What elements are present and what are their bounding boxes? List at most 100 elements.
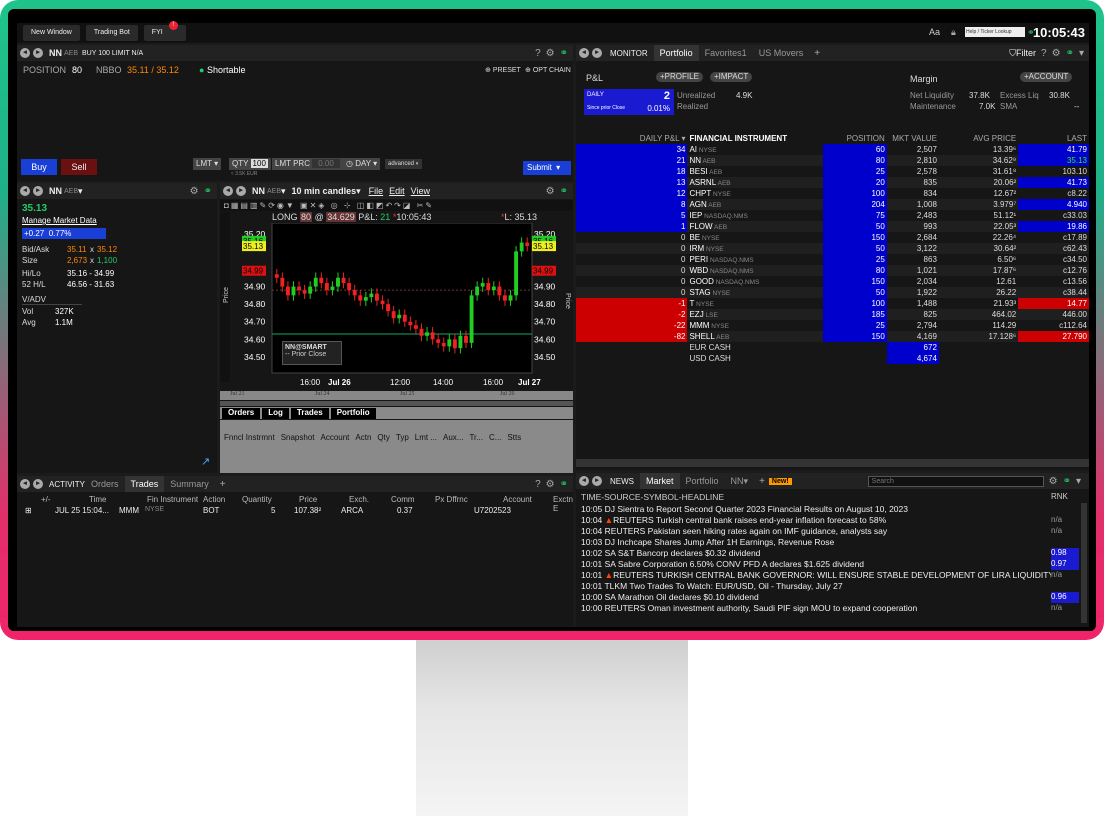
news-headline[interactable]: 10:01 ▲REUTERS TURKISH CENTRAL BANK GOVE… <box>581 570 1051 581</box>
orders-tab[interactable]: Orders <box>222 408 261 419</box>
filter-button[interactable]: ⛉Filter <box>1009 48 1036 59</box>
tab-portfolio[interactable]: Portfolio <box>653 45 699 61</box>
news-headline[interactable]: 10:04 REUTERS Pakistan seen hiking rates… <box>581 526 1051 537</box>
gear-icon[interactable]: ⚙ <box>190 186 199 197</box>
news-headline[interactable]: 10:00 REUTERS Oman investment authority,… <box>581 603 1051 614</box>
log-tab[interactable]: Log <box>262 408 289 419</box>
column-header[interactable]: Exch. <box>349 495 369 504</box>
table-row[interactable]: 21 NN AEB 80 2,810 34.62⁹ 35.13 <box>576 155 1089 166</box>
link-icon[interactable]: ⚭ <box>1063 476 1071 487</box>
activity-trades-tab[interactable]: Trades <box>124 476 165 492</box>
news-headline[interactable]: 10:03 DJ Inchcape Shares Jump After 1H E… <box>581 537 1051 548</box>
table-row[interactable]: 0 STAG NYSE 50 1,922 26.22 c38.44 <box>576 287 1089 298</box>
table-row[interactable]: -1 T NYSE 100 1,488 21.93³ 14.77 <box>576 298 1089 309</box>
daily-pl-box[interactable]: DAILY 2 Since prior Close 0.01% <box>584 89 674 115</box>
cash-row[interactable]: USD CASH 4,674 <box>576 353 1089 364</box>
news-search-input[interactable]: Search <box>867 475 1044 487</box>
impact-button[interactable]: +IMPACT <box>710 72 753 82</box>
quantity-field[interactable]: QTY 100 <box>229 158 271 170</box>
forward-icon[interactable]: ▸ <box>592 48 602 58</box>
link-icon[interactable]: ⚭ <box>560 479 568 490</box>
manage-market-data-link[interactable]: Manage Market Data <box>22 216 97 225</box>
column-header[interactable]: Fin Instrument <box>147 495 198 504</box>
back-icon[interactable]: ◂ <box>579 476 589 486</box>
time-in-force-select[interactable]: ◷ DAY ▾ <box>343 158 381 170</box>
forward-icon[interactable]: ▸ <box>33 479 43 489</box>
tab-market[interactable]: Market <box>640 473 680 489</box>
portfolio-tab[interactable]: Portfolio <box>330 408 376 419</box>
column-header[interactable]: Comm <box>391 495 415 504</box>
trades-tab[interactable]: Trades <box>290 408 329 419</box>
column-header[interactable]: Quantity <box>242 495 272 504</box>
column-header[interactable]: Px Dffrnc <box>435 495 468 504</box>
forward-icon[interactable]: ▸ <box>33 48 43 58</box>
column-header[interactable]: Time <box>89 495 106 504</box>
column-header[interactable]: Qty <box>377 433 389 442</box>
expand-icon[interactable]: ⊞ <box>25 506 32 515</box>
gear-icon[interactable]: ⚙ <box>546 186 555 197</box>
navigator-bar[interactable]: Jul 21 Jul 24 Jul 25 Jul 26 <box>220 391 573 400</box>
back-icon[interactable]: ◂ <box>20 186 30 196</box>
column-header[interactable]: C... <box>489 433 501 442</box>
chart-toolbar[interactable]: ◘▦▤▥✎⟳◉▼ ▣✕◈ ◎ ⊹ ◫◧◩↶↷◪ ✂✎ <box>220 200 573 211</box>
cash-row[interactable]: EUR CASH 672 <box>576 342 1089 353</box>
column-header[interactable]: Typ <box>396 433 409 442</box>
column-header[interactable]: LAST <box>1018 133 1089 144</box>
column-header[interactable]: MKT VALUE <box>887 133 939 144</box>
add-tab-icon[interactable]: + <box>220 479 226 490</box>
option-chain-button[interactable]: ⊕ OPT CHAIN <box>525 66 571 74</box>
table-row[interactable]: -82 SHELL AEB 150 4,169 17.128⁶ 27.790 <box>576 331 1089 342</box>
link-icon[interactable]: ⚭ <box>560 48 568 59</box>
chart-symbol[interactable]: NN <box>252 186 265 196</box>
help-icon[interactable]: ? <box>1041 48 1047 59</box>
edit-menu[interactable]: Edit <box>389 186 405 196</box>
table-row[interactable]: 5 IEP NASDAQ.NMS 75 2,483 51.12¹ c33.03 <box>576 210 1089 221</box>
monitor-scrollbar[interactable] <box>576 459 1089 467</box>
font-size-button[interactable]: Aa <box>929 27 940 37</box>
news-scrollbar[interactable] <box>1081 503 1087 623</box>
expand-arrow-icon[interactable]: ↗ <box>201 455 210 468</box>
new-window-button[interactable]: New Window <box>23 25 80 41</box>
column-header[interactable]: Lmt ... <box>415 433 437 442</box>
table-row[interactable]: 0 BE NYSE 150 2,684 22.26⁴ c17.89 <box>576 232 1089 243</box>
table-row[interactable]: 8 AGN AEB 204 1,008 3.979⁷ 4.940 <box>576 199 1089 210</box>
submit-button[interactable]: Submit ▾ <box>523 161 571 175</box>
column-header[interactable]: Snapshot <box>281 433 315 442</box>
column-header[interactable]: Account <box>503 495 532 504</box>
view-menu[interactable]: View <box>411 186 430 196</box>
trading-bot-button[interactable]: Trading Bot <box>85 25 138 41</box>
back-icon[interactable]: ◂ <box>20 48 30 58</box>
column-header[interactable]: Account <box>321 433 350 442</box>
table-row[interactable]: 12 CHPT NYSE 100 834 12.67² c8.22 <box>576 188 1089 199</box>
candlestick-chart[interactable]: 35.2035.2035.0035.0034.9034.9034.8034.80… <box>220 223 573 383</box>
routing-box[interactable]: NN@SMART -- Prior Close <box>282 341 342 365</box>
column-header[interactable]: Stts <box>507 433 521 442</box>
help-icon[interactable]: ? <box>535 48 541 59</box>
table-row[interactable]: 0 IRM NYSE 50 3,122 30.64² c62.43 <box>576 243 1089 254</box>
period-select[interactable]: 10 min candles <box>292 186 357 196</box>
gear-icon[interactable]: ⚙ <box>1052 48 1061 59</box>
column-header[interactable]: Fnncl Instrmnt <box>224 433 275 442</box>
chart-scrollbar[interactable] <box>220 401 573 406</box>
news-headline[interactable]: 10:01 SA Sabre Corporation 6.50% CONV PF… <box>581 559 1051 570</box>
table-row[interactable]: 34 AI NYSE 60 2,507 13.39⁶ 41.79 <box>576 144 1089 155</box>
gear-icon[interactable]: ⚙ <box>1049 476 1058 487</box>
column-header[interactable]: Tr... <box>469 433 482 442</box>
column-header[interactable]: AVG PRICE <box>939 133 1018 144</box>
column-header[interactable]: FINANCIAL INSTRUMENT <box>687 133 822 144</box>
tab-news-portfolio[interactable]: Portfolio <box>680 476 725 486</box>
preset-button[interactable]: ⊕ PRESET <box>485 66 521 74</box>
file-menu[interactable]: File <box>369 186 384 196</box>
tab-us-movers[interactable]: US Movers <box>753 48 810 58</box>
table-row[interactable]: 1 FLOW AEB 50 993 22.05³ 19.86 <box>576 221 1089 232</box>
advanced-button[interactable]: advanced ◐ <box>385 159 423 169</box>
news-headline[interactable]: 10:02 SA S&T Bancorp declares $0.32 divi… <box>581 548 1051 559</box>
forward-icon[interactable]: ▸ <box>33 186 43 196</box>
table-row[interactable]: ⊞ JUL 25 15:04... MMM NYSE BOT 5 107.38²… <box>17 506 573 517</box>
column-header[interactable]: Aux... <box>443 433 463 442</box>
table-row[interactable]: 0 PERI NASDAQ.NMS 25 863 6.50⁶ c34.50 <box>576 254 1089 265</box>
link-icon[interactable]: ⚭ <box>204 186 212 197</box>
forward-icon[interactable]: ▸ <box>592 476 602 486</box>
news-headline[interactable]: 10:01 TLKM Two Trades To Watch: EUR/USD,… <box>581 581 1051 592</box>
chevron-down-icon[interactable]: ▾ <box>1079 48 1084 59</box>
